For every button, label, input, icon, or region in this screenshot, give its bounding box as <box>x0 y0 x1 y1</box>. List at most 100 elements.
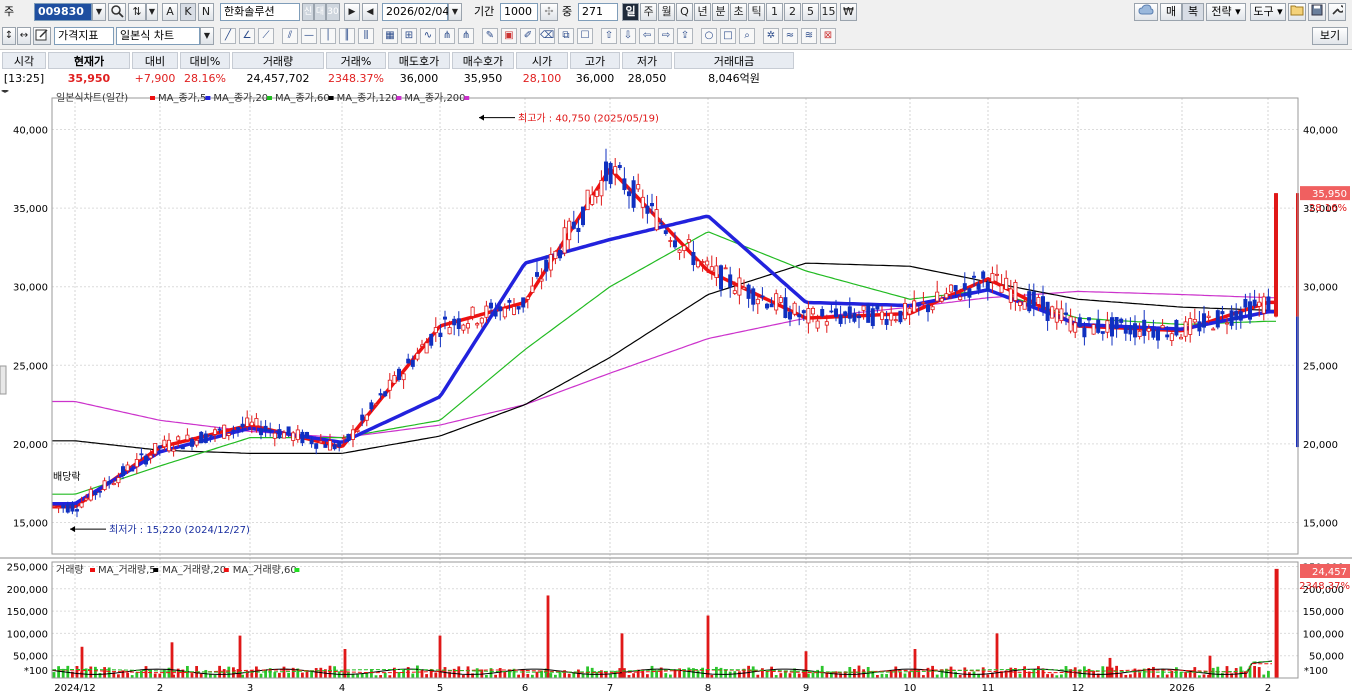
count-input[interactable]: 271 <box>578 3 618 21</box>
left-arrow-icon[interactable]: ⇦ <box>639 28 655 44</box>
sort-icon[interactable]: ⇅ <box>128 3 146 21</box>
candle-body <box>571 221 576 229</box>
bar-tool-icon[interactable]: ⊞ <box>401 28 417 44</box>
indicator-button[interactable]: 가격지표 <box>54 27 114 45</box>
volume-bar <box>328 665 332 678</box>
quote-value-4: 24,457,702 <box>246 72 310 85</box>
pitchfork-2-icon[interactable]: ⋔ <box>458 28 474 44</box>
period-button-6[interactable]: 초 <box>730 3 747 21</box>
export-icon[interactable]: ⇪ <box>677 28 693 44</box>
candle-body <box>1179 336 1184 340</box>
price-tick-left: 40,000 <box>13 125 48 136</box>
period-button-11[interactable]: 15 <box>820 3 837 21</box>
up-arrow-icon[interactable]: ⇧ <box>601 28 617 44</box>
right-arrow-icon[interactable]: ⇨ <box>658 28 674 44</box>
rectangle-icon[interactable]: □ <box>720 28 736 44</box>
volume-bar <box>981 667 985 678</box>
candle-body <box>663 230 668 234</box>
period-button-4[interactable]: 년 <box>694 3 711 21</box>
pencil-icon[interactable]: ✎ <box>482 28 498 44</box>
zoom-icon[interactable]: ⌕ <box>739 28 755 44</box>
quote-header-7: 매수호가 <box>452 52 514 69</box>
period-button-1[interactable]: 주 <box>640 3 657 21</box>
horizontal-arrow-icon[interactable]: ↔ <box>17 27 31 45</box>
eraser-icon[interactable]: ⌫ <box>539 28 555 44</box>
volume-bar <box>549 673 553 678</box>
candle-body <box>180 446 185 450</box>
volume-bar <box>126 672 129 678</box>
period-button-12[interactable]: ₩ <box>840 3 857 21</box>
candle-body <box>1266 296 1271 311</box>
folder-icon[interactable] <box>1288 3 1306 21</box>
code-dropdown-icon[interactable]: ▼ <box>92 3 106 21</box>
copy-icon[interactable]: ⧉ <box>558 28 574 44</box>
settings-icon[interactable]: ✲ <box>763 28 779 44</box>
price-legend-item: MA_종가,5 <box>158 92 206 104</box>
color-fill-icon[interactable]: ▣ <box>501 28 517 44</box>
pitchfork-icon[interactable]: ⋔ <box>439 28 455 44</box>
circle-icon[interactable]: ○ <box>701 28 717 44</box>
stock-chart[interactable]: 2024/12 2 3 4 5 6 7 8 9 10 11 12 2026 2 15,000 15,000 20… <box>0 90 1352 695</box>
strategy-button[interactable]: 전략 ▾ <box>1206 3 1246 21</box>
multi-vertical-icon[interactable]: ║ <box>339 28 355 44</box>
period-button-9[interactable]: 2 <box>784 3 801 21</box>
period-button-8[interactable]: 1 <box>766 3 783 21</box>
delete-icon[interactable]: ⊠ <box>820 28 836 44</box>
time-zones-icon[interactable]: ⫼ <box>358 28 374 44</box>
cloud-icon[interactable] <box>1134 3 1158 21</box>
right-button-1[interactable]: 매 <box>1160 3 1182 21</box>
date-dropdown-icon[interactable]: ▼ <box>448 3 462 21</box>
candle-body <box>857 315 862 319</box>
save-icon[interactable] <box>1308 3 1326 21</box>
mode-n-button[interactable]: N <box>198 3 214 21</box>
prev-arrow-icon[interactable]: ◀ <box>362 3 378 21</box>
chart-type-dropdown-icon[interactable]: ▼ <box>200 27 214 45</box>
angle-line-icon[interactable]: ∠ <box>239 28 255 44</box>
note-icon[interactable]: ☐ <box>577 28 593 44</box>
wave-icon[interactable]: ≈ <box>782 28 798 44</box>
next-arrow-icon[interactable]: ▶ <box>344 3 360 21</box>
volume-tick-left: 150,000 <box>7 607 48 618</box>
horizontal-line-icon[interactable]: — <box>301 28 317 44</box>
wave-2-icon[interactable]: ≋ <box>801 28 817 44</box>
trend-line-icon[interactable]: ╱ <box>220 28 236 44</box>
stock-name-field[interactable]: 한화솔루션 <box>220 3 300 21</box>
candle-body <box>1137 330 1142 338</box>
search-icon[interactable] <box>108 3 126 21</box>
volume-bar <box>158 673 162 678</box>
volume-bar <box>567 673 571 678</box>
candle-body <box>235 427 240 430</box>
chart-type-select[interactable]: 일본식 차트 <box>116 27 200 45</box>
period-button-3[interactable]: Q <box>676 3 693 21</box>
fib-fan-icon[interactable]: ⟋ <box>258 28 274 44</box>
date-input[interactable]: 2026/02/04 <box>382 3 449 21</box>
sort-dropdown-icon[interactable]: ▼ <box>146 3 158 21</box>
period-button-10[interactable]: 5 <box>802 3 819 21</box>
period-button-5[interactable]: 분 <box>712 3 729 21</box>
period-button-7[interactable]: 틱 <box>748 3 765 21</box>
vertical-line-icon[interactable]: │ <box>320 28 336 44</box>
tools-button[interactable]: 도구 ▾ <box>1250 3 1286 21</box>
period-input[interactable]: 1000 <box>500 3 538 21</box>
marker-icon[interactable]: ✐ <box>520 28 536 44</box>
candle-body <box>208 434 213 437</box>
wrench-icon[interactable] <box>1328 3 1346 21</box>
grid-tool-icon[interactable]: ▦ <box>382 28 398 44</box>
vertical-arrow-icon[interactable]: ↕ <box>2 27 16 45</box>
channel-icon[interactable]: ⫽ <box>282 28 298 44</box>
candle-body <box>130 469 135 472</box>
stock-code-input[interactable]: 009830 <box>34 3 92 21</box>
cycle-icon[interactable]: ∿ <box>420 28 436 44</box>
edit-icon[interactable] <box>33 27 51 45</box>
volume-bar <box>190 673 194 678</box>
period-button-2[interactable]: 월 <box>658 3 675 21</box>
period-button-0[interactable]: 일 <box>622 3 639 21</box>
mode-k-button[interactable]: K <box>180 3 196 21</box>
down-arrow-icon[interactable]: ⇩ <box>620 28 636 44</box>
view-button[interactable]: 보기 <box>1312 27 1348 45</box>
candle-body <box>1128 325 1133 335</box>
mode-a-button[interactable]: A <box>162 3 178 21</box>
crosshair-icon[interactable]: ✣ <box>540 3 558 21</box>
right-button-2[interactable]: 복 <box>1182 3 1204 21</box>
candle-body <box>442 316 447 320</box>
